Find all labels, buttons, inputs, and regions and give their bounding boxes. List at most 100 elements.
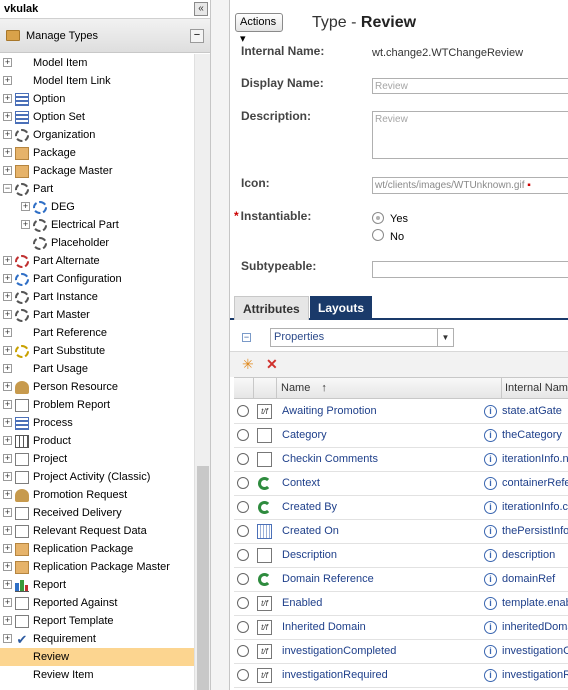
- description-field[interactable]: Review: [372, 111, 568, 159]
- info-icon[interactable]: i: [484, 501, 497, 514]
- collapse-icon[interactable]: −: [3, 184, 12, 193]
- collapse-properties-icon[interactable]: −: [242, 333, 251, 342]
- tree-item[interactable]: + Part Master: [0, 306, 194, 324]
- tab-layouts[interactable]: Layouts: [310, 296, 373, 320]
- tree-item[interactable]: + Electrical Part: [0, 216, 194, 234]
- expand-icon[interactable]: +: [3, 130, 12, 139]
- info-icon[interactable]: i: [484, 405, 497, 418]
- attribute-name-link[interactable]: Awaiting Promotion: [282, 405, 377, 417]
- attribute-internal-name[interactable]: thePersistInfo: [502, 525, 568, 537]
- row-select-radio[interactable]: [237, 405, 249, 417]
- expand-icon[interactable]: +: [3, 310, 12, 319]
- tree-item[interactable]: + Package Master: [0, 162, 194, 180]
- tree-item[interactable]: + Project Activity (Classic): [0, 468, 194, 486]
- tree-item[interactable]: + Part Substitute: [0, 342, 194, 360]
- tree-item[interactable]: + Part Reference: [0, 324, 194, 342]
- properties-select[interactable]: Properties ▼: [270, 328, 454, 347]
- expand-icon[interactable]: +: [3, 634, 12, 643]
- table-row[interactable]: t/f Enabled i template.enab: [234, 592, 568, 616]
- row-select-radio[interactable]: [237, 669, 249, 681]
- expand-icon[interactable]: +: [3, 418, 12, 427]
- tree-item[interactable]: + Part Usage: [0, 360, 194, 378]
- tree-item[interactable]: + Part Instance: [0, 288, 194, 306]
- expand-icon[interactable]: +: [3, 472, 12, 481]
- scrollbar-thumb[interactable]: [197, 466, 209, 690]
- tree-item[interactable]: + Part Configuration: [0, 270, 194, 288]
- expand-icon[interactable]: +: [3, 148, 12, 157]
- expand-icon[interactable]: +: [3, 166, 12, 175]
- table-row[interactable]: t/f Awaiting Promotion i state.atGate: [234, 400, 568, 424]
- tree-item[interactable]: + Received Delivery: [0, 504, 194, 522]
- row-select-radio[interactable]: [237, 501, 249, 513]
- display-name-field[interactable]: Review: [372, 78, 568, 94]
- tree-item[interactable]: Review Item: [0, 666, 194, 684]
- tree-item[interactable]: + Model Item Link: [0, 72, 194, 90]
- attribute-internal-name[interactable]: containerRefe: [502, 477, 568, 489]
- attribute-internal-name[interactable]: description: [502, 549, 555, 561]
- attribute-internal-name[interactable]: iterationInfo.no: [502, 453, 568, 465]
- attribute-internal-name[interactable]: investigationR: [502, 669, 568, 681]
- tree-item[interactable]: Placeholder: [0, 234, 194, 252]
- attribute-name-link[interactable]: investigationCompleted: [282, 645, 396, 657]
- info-icon[interactable]: i: [484, 573, 497, 586]
- attribute-name-link[interactable]: Created On: [282, 525, 339, 537]
- expand-icon[interactable]: +: [3, 76, 12, 85]
- expand-icon[interactable]: +: [3, 508, 12, 517]
- table-row[interactable]: Domain Reference i domainRef: [234, 568, 568, 592]
- tree-item[interactable]: Review: [0, 648, 194, 666]
- table-row[interactable]: Category i theCategory: [234, 424, 568, 448]
- info-icon[interactable]: i: [484, 669, 497, 682]
- expand-icon[interactable]: +: [21, 202, 30, 211]
- row-select-radio[interactable]: [237, 525, 249, 537]
- table-row[interactable]: Description i description: [234, 544, 568, 568]
- row-select-radio[interactable]: [237, 597, 249, 609]
- row-select-radio[interactable]: [237, 477, 249, 489]
- tree-item[interactable]: + Problem Report: [0, 396, 194, 414]
- tree-item[interactable]: + Report Template: [0, 612, 194, 630]
- attribute-internal-name[interactable]: iterationInfo.cr: [502, 501, 568, 513]
- info-icon[interactable]: i: [484, 597, 497, 610]
- attribute-name-link[interactable]: Created By: [282, 501, 337, 513]
- expand-icon[interactable]: +: [3, 544, 12, 553]
- minimize-section-button[interactable]: −: [190, 28, 204, 43]
- tree-item[interactable]: + ✔ Requirement: [0, 630, 194, 648]
- tree-item[interactable]: + Replication Package Master: [0, 558, 194, 576]
- info-icon[interactable]: i: [484, 621, 497, 634]
- tree-item[interactable]: + Promotion Request: [0, 486, 194, 504]
- tree-item[interactable]: + Option Set: [0, 108, 194, 126]
- row-select-radio[interactable]: [237, 549, 249, 561]
- expand-icon[interactable]: +: [3, 598, 12, 607]
- new-attribute-icon[interactable]: ✳: [242, 357, 254, 371]
- attribute-name-link[interactable]: Description: [282, 549, 337, 561]
- chevron-down-icon[interactable]: ▼: [437, 329, 453, 346]
- instantiable-no-radio[interactable]: [372, 229, 384, 241]
- internal-name-column-header[interactable]: Internal Name: [502, 378, 568, 398]
- delete-icon[interactable]: ✕: [266, 357, 278, 371]
- row-select-radio[interactable]: [237, 621, 249, 633]
- actions-menu-button[interactable]: Actions ▾: [235, 13, 283, 45]
- row-select-radio[interactable]: [237, 429, 249, 441]
- tab-attributes[interactable]: Attributes: [234, 296, 309, 320]
- expand-icon[interactable]: +: [21, 220, 30, 229]
- expand-icon[interactable]: +: [3, 616, 12, 625]
- expand-icon[interactable]: +: [3, 436, 12, 445]
- tree-scrollbar[interactable]: [194, 54, 210, 690]
- collapse-panel-button[interactable]: «: [194, 2, 208, 16]
- attribute-internal-name[interactable]: template.enab: [502, 597, 568, 609]
- tree-item[interactable]: + Product: [0, 432, 194, 450]
- expand-icon[interactable]: +: [3, 274, 12, 283]
- tree-item[interactable]: − Part: [0, 180, 194, 198]
- expand-icon[interactable]: +: [3, 256, 12, 265]
- table-row[interactable]: t/f investigationRequired i investigationR: [234, 664, 568, 688]
- splitter[interactable]: [211, 0, 229, 690]
- subtypeable-field[interactable]: [372, 261, 568, 278]
- attribute-name-link[interactable]: Context: [282, 477, 320, 489]
- info-icon[interactable]: i: [484, 549, 497, 562]
- expand-icon[interactable]: +: [3, 328, 12, 337]
- name-column-header[interactable]: Name ↑: [277, 378, 502, 398]
- info-icon[interactable]: i: [484, 645, 497, 658]
- row-select-radio[interactable]: [237, 453, 249, 465]
- tree-item[interactable]: + DEG: [0, 198, 194, 216]
- attribute-name-link[interactable]: investigationRequired: [282, 669, 388, 681]
- attribute-name-link[interactable]: Inherited Domain: [282, 621, 366, 633]
